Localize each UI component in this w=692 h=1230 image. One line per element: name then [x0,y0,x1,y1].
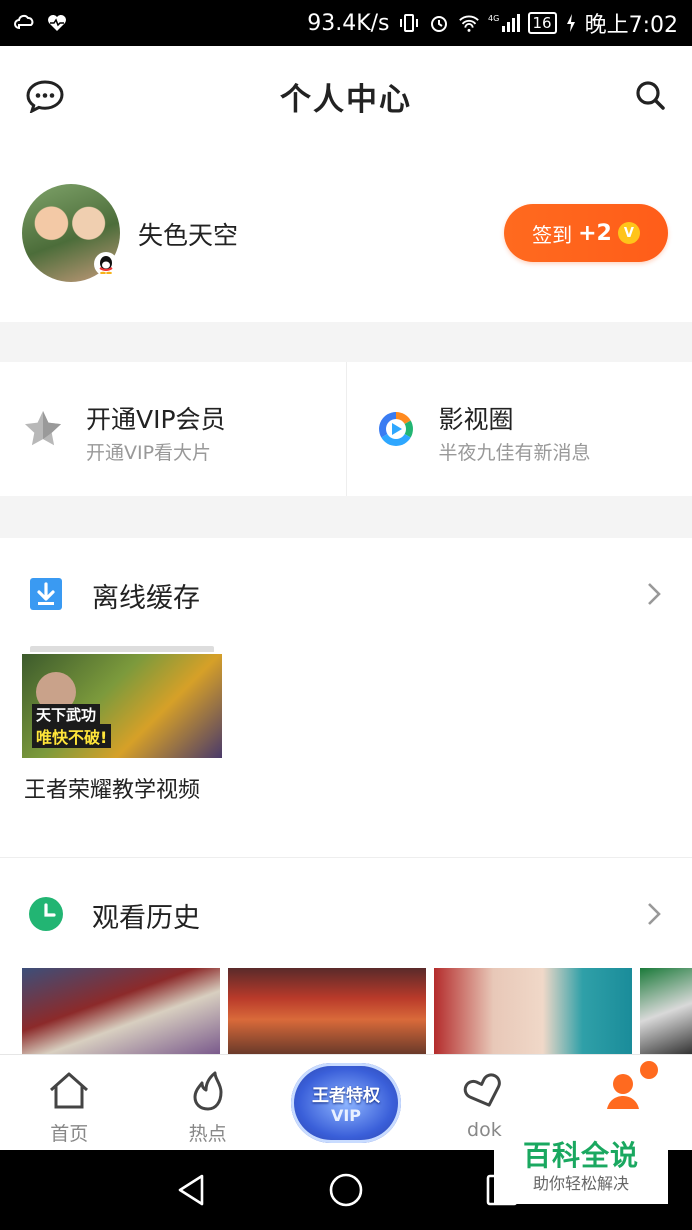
tab-vip-promo[interactable]: 王者特权 VIP [277,1055,415,1150]
profile-card: 失色天空 签到 +2 V [0,146,692,322]
feature-title: 影视圈 [438,405,514,434]
doki-heart-icon [462,1069,506,1113]
watermark-subtitle: 助你轻松解决 [532,1174,629,1193]
tab-label: 首页 [50,1123,89,1145]
section-divider [0,496,692,538]
vibrate-icon [398,12,420,34]
watch-history-header[interactable]: 观看历史 [0,858,692,970]
vip-badge-line1: 王者特权 [311,1086,380,1106]
notification-dot [639,1061,658,1079]
charging-icon [565,12,577,34]
qq-icon [94,252,118,276]
cached-video-title[interactable]: 王者荣耀教学视频 [24,776,224,806]
clock-icon [28,896,64,932]
username[interactable]: 失色天空 [138,216,238,252]
coin-icon: V [617,222,640,244]
status-bar: 93.4K/s 4G 16 晚上7:02 [0,0,692,46]
tab-profile[interactable] [554,1055,692,1150]
wifi-icon [458,12,480,34]
net-speed: 93.4K/s [307,10,390,36]
home-icon [47,1069,91,1113]
person-icon [601,1069,645,1113]
alarm-icon [428,12,450,34]
signal-icon: 4G [488,12,520,34]
home-circle-icon[interactable] [328,1172,364,1208]
feature-row: 开通VIP会员 开通VIP看大片 影视圈 半夜九佳有新消息 [0,362,692,496]
page-header: 个人中心 [0,46,692,146]
network-type: 4G [488,14,499,23]
vip-membership-entry[interactable]: 开通VIP会员 开通VIP看大片 [0,362,346,496]
vip-promo-badge: 王者特权 VIP [290,1063,401,1143]
feature-subtitle: 开通VIP看大片 [86,442,212,464]
back-icon[interactable] [174,1172,210,1208]
tab-hot[interactable]: 热点 [138,1055,276,1150]
cached-video-card[interactable]: 天下武功 唯快不破! [22,646,222,760]
checkin-label: 签到 [532,222,573,247]
chevron-right-icon [646,580,662,608]
watch-history-section: 观看历史 [0,858,692,1054]
history-thumbnail[interactable] [434,968,632,1054]
checkin-button[interactable]: 签到 +2 V [504,204,668,262]
stack-edge [30,646,214,652]
thumbnail-caption: 唯快不破! [32,724,112,748]
feature-title: 开通VIP会员 [86,405,226,434]
flame-icon [186,1069,230,1113]
section-title: 离线缓存 [92,583,200,614]
vip-badge-line2: VIP [330,1106,361,1125]
history-thumbnail[interactable] [22,968,220,1054]
chevron-right-icon [646,900,662,928]
history-thumbnails [22,968,692,1054]
section-divider [0,322,692,362]
tab-label: 热点 [188,1123,227,1145]
cloud-icon [14,12,36,34]
message-bubble-icon[interactable] [26,79,64,114]
tab-doki[interactable]: dok [415,1055,553,1150]
video-circle-entry[interactable]: 影视圈 半夜九佳有新消息 [345,362,692,496]
bottom-tab-bar: 首页 热点 王者特权 VIP dok [0,1054,692,1150]
heart-rate-icon [46,12,68,34]
video-thumbnail: 天下武功 唯快不破! [22,654,222,758]
page-title: 个人中心 [280,81,412,118]
watermark: 百科全说 助你轻松解决 [494,1138,668,1204]
thumbnail-caption: 天下武功 [32,704,101,725]
watermark-title: 百科全说 [522,1139,639,1172]
battery-level: 16 [527,12,557,34]
clock-time: 晚上7:02 [584,13,678,38]
feature-subtitle: 半夜九佳有新消息 [438,442,591,464]
checkin-points: +2 [578,220,612,246]
section-title: 观看历史 [92,903,200,934]
star-icon [22,408,64,450]
offline-cache-header[interactable]: 离线缓存 [0,538,692,650]
tab-home[interactable]: 首页 [0,1055,138,1150]
offline-cache-section: 离线缓存 天下武功 唯快不破! 王者荣耀教学视频 [0,538,692,858]
play-circle-icon [375,408,417,450]
history-thumbnail[interactable] [640,968,692,1054]
history-thumbnail[interactable] [228,968,426,1054]
download-icon [28,576,64,612]
search-icon[interactable] [634,79,666,111]
